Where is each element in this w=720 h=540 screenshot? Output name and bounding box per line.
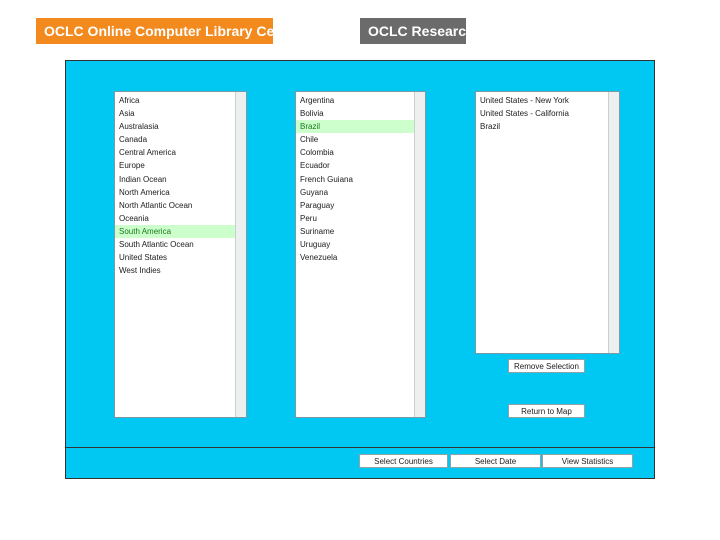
country-selection-panel: Africa Asia Australasia Canada Central Ameri… [65,60,655,479]
countries-option[interactable]: Brazil [296,120,415,134]
selected-countries-scrollbar[interactable] [608,92,619,353]
countries-option[interactable]: Ecuador [296,159,415,172]
regions-option[interactable]: Central America [115,146,236,159]
countries-option[interactable]: Uruguay [296,238,415,251]
regions-option[interactable]: Europe [115,159,236,172]
oclc-research-logo: OCLC Research [360,18,475,44]
oclc-logo: OCLC Online Computer Library Center [36,18,301,44]
regions-option[interactable]: Australasia [115,120,236,133]
countries-list: Argentina Bolivia Brazil Chile Colombia Ecuad… [296,92,425,264]
countries-scrollbar[interactable] [414,92,425,417]
regions-option[interactable]: Oceania [115,212,236,225]
regions-option[interactable]: North Atlantic Ocean [115,199,236,212]
regions-option[interactable]: Indian Ocean [115,173,236,186]
regions-option[interactable]: Africa [115,94,236,107]
regions-option[interactable]: South America [115,224,236,239]
regions-option[interactable]: South Atlantic Ocean [115,238,236,251]
regions-option[interactable]: North America [115,186,236,199]
countries-option[interactable]: Venezuela [296,251,415,264]
return-to-map-button[interactable]: Return to Map [508,404,585,418]
countries-option[interactable]: Suriname [296,225,415,238]
view-statistics-button[interactable]: View Statistics [542,454,633,468]
regions-option[interactable]: United States [115,251,236,264]
selected-countries-listbox[interactable]: United States - New York United States - … [475,91,620,354]
countries-option[interactable]: Chile [296,133,415,146]
countries-option[interactable]: Guyana [296,186,415,199]
selection-option[interactable]: United States - California [476,107,609,120]
regions-option[interactable]: Canada [115,133,236,146]
regions-option[interactable]: Asia [115,107,236,120]
regions-listbox[interactable]: Africa Asia Australasia Canada Central Ameri… [114,91,247,418]
select-date-button[interactable]: Select Date [450,454,541,468]
regions-scrollbar[interactable] [235,92,246,417]
countries-option[interactable]: Colombia [296,146,415,159]
regions-list: Africa Asia Australasia Canada Central Ameri… [115,92,246,277]
select-countries-button[interactable]: Select Countries [359,454,448,468]
countries-option[interactable]: Peru [296,212,415,225]
countries-listbox[interactable]: Argentina Bolivia Brazil Chile Colombia Ecuad… [295,91,426,418]
countries-option[interactable]: Paraguay [296,199,415,212]
countries-option[interactable]: French Guiana [296,173,415,186]
countries-option[interactable]: Argentina [296,94,415,107]
countries-option[interactable]: Bolivia [296,107,415,120]
regions-option[interactable]: West Indies [115,264,236,277]
remove-selection-button[interactable]: Remove Selection [508,359,585,373]
panel-divider [66,447,654,448]
selection-option[interactable]: Brazil [476,120,609,133]
selected-countries-list: United States - New York United States - … [476,92,619,133]
selection-option[interactable]: United States - New York [476,94,609,107]
